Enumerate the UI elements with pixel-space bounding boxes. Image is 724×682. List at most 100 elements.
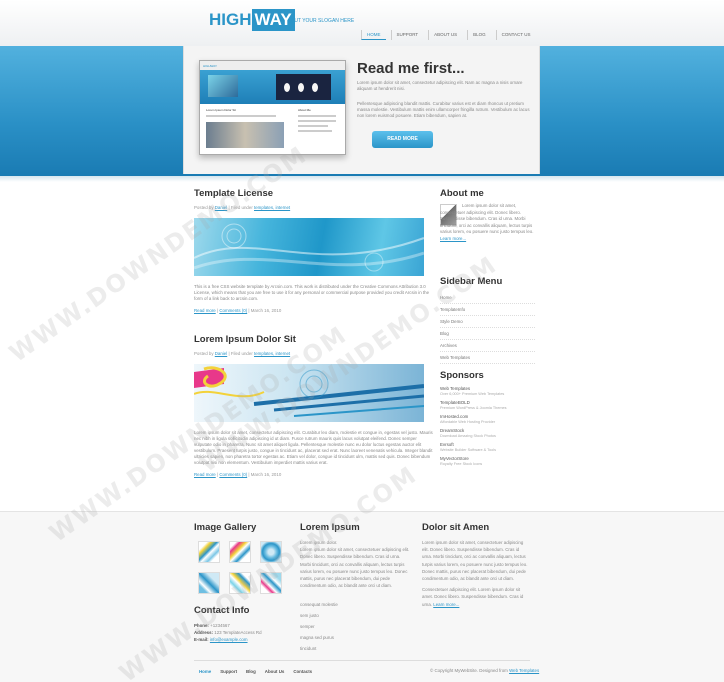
read-more-button[interactable]: READ MORE (372, 131, 433, 148)
contact-info: Phone: +1234567 Address: 123 TemplateAcc… (194, 622, 262, 643)
abstract-graphic (194, 366, 424, 417)
sponsor-name[interactable]: ImHosted.com (440, 414, 535, 419)
preview-body: Lorem Ipsum Dolor Sit About Me (200, 104, 345, 154)
logo-text-high[interactable]: HIGH (209, 10, 252, 29)
gallery-thumbnail[interactable] (229, 572, 251, 594)
lorem-ipsum-lead: Lorem ipsum dolor. (300, 540, 338, 545)
nav-home[interactable]: HOME (361, 30, 386, 40)
post-tags-link[interactable]: templates, internet (254, 205, 290, 210)
gallery-thumbnail[interactable] (198, 541, 220, 563)
sponsor-item[interactable]: Evrsoft Website Builder Software & Tools (440, 442, 535, 452)
sponsor-name[interactable]: MyVectorStore (440, 456, 535, 461)
sponsor-name[interactable]: Evrsoft (440, 442, 535, 447)
sponsor-name[interactable]: Web Templates (440, 386, 535, 391)
dolor-sit-amen-title: Dolor sit Amen (422, 522, 490, 533)
about-body: Lorem ipsum dolor sit amet, consectetuer… (440, 203, 534, 234)
link-list-item[interactable]: consequat molestie (300, 602, 338, 607)
preview-post-image (206, 122, 284, 148)
footer-nav-home[interactable]: Home (199, 669, 211, 674)
footer-nav-support[interactable]: Support (220, 669, 237, 674)
post-tags-link[interactable]: templates, internet (254, 351, 290, 356)
preview-photo (208, 75, 238, 97)
link-list-item[interactable]: semper (300, 624, 315, 629)
post-footer: Read more | Comments (0) | March 16, 201… (194, 472, 434, 477)
sponsor-item[interactable]: TemplateBOLD Premium WordPress & Joomla T… (440, 400, 535, 410)
sidebar-item-web-templates[interactable]: Web Templates (440, 352, 535, 364)
link-list-item[interactable]: tincidunt (300, 646, 316, 651)
contact-email-link[interactable]: info@example.com (210, 637, 248, 642)
sponsor-item[interactable]: DreamStock Download Amazing Stock Photos (440, 428, 535, 438)
meta-label: | Filed under (228, 351, 253, 356)
blog-post: Template License Posted by Daniel | File… (194, 188, 434, 313)
gallery-thumbnail[interactable] (198, 572, 220, 594)
nav-contact-us[interactable]: CONTACT US (495, 30, 536, 40)
comments-link[interactable]: Comments (0) (219, 472, 247, 477)
footer-nav-blog[interactable]: Blog (246, 669, 256, 674)
copyright-link[interactable]: Web Templates (509, 668, 539, 673)
sponsors-list: Web Templates Over 6,000+ Premium Web Tem… (440, 386, 535, 466)
sponsor-desc: Royalty Free Stock Icons (440, 462, 483, 466)
post-meta: Posted by Daniel | Filed under templates… (194, 205, 434, 210)
nav-support[interactable]: SUPPORT (390, 30, 424, 40)
sponsor-item[interactable]: ImHosted.com Affordable Web Hosting Provi… (440, 414, 535, 424)
hero-title: Read me first... (357, 60, 465, 77)
preview-header: HIGHWAY (200, 61, 345, 70)
preview-text-line (298, 130, 332, 132)
preview-post-title: Lorem Ipsum Dolor Sit (206, 108, 236, 112)
dolor-text-2-row: Consectetuer adipiscing elit. Lorem ipsu… (422, 586, 530, 608)
sidebar-item-blog[interactable]: Blog (440, 328, 535, 340)
contact-email-row: E-mail: info@example.com (194, 636, 262, 643)
dolor-sit-amen-text: Lorem ipsum dolor sit amet, consectetuer… (422, 539, 530, 608)
nav-blog[interactable]: BLOG (467, 30, 491, 40)
post-title[interactable]: Template License (194, 188, 434, 199)
sponsor-desc: Website Builder Software & Tools (440, 448, 496, 452)
sponsors-title: Sponsors (440, 370, 484, 381)
nav-about-us[interactable]: ABOUT US (428, 30, 462, 40)
read-more-link[interactable]: Read more (194, 308, 216, 313)
sidebar-item-archives[interactable]: Archives (440, 340, 535, 352)
site-logo[interactable]: HIGH WAY (209, 9, 295, 31)
contact-phone-row: Phone: +1234567 (194, 622, 262, 629)
sidebar-menu-widget: Sidebar Menu Home TemplateInfo Style Dem… (440, 276, 535, 364)
about-learn-more-link[interactable]: Learn more... (440, 236, 466, 241)
post-title[interactable]: Lorem Ipsum Dolor Sit (194, 334, 434, 345)
contact-address-row: Address: 123 TemplateAccess Rd (194, 629, 262, 636)
footer-nav-contacts[interactable]: Contacts (293, 669, 312, 674)
post-date: | March 16, 2010 (248, 308, 282, 313)
about-widget: About me Lorem ipsum dolor sit amet, con… (440, 188, 535, 258)
gallery-thumbnail[interactable] (260, 541, 282, 563)
post-image (194, 218, 424, 276)
gallery-title: Image Gallery (194, 522, 257, 533)
sponsor-desc: Premium WordPress & Joomla Themes (440, 406, 507, 410)
gallery-thumbnail[interactable] (260, 572, 282, 594)
copyright-text: © Copyright MyWebSite. Designed from (430, 668, 508, 673)
sidebar-item-style-demo[interactable]: Style Demo (440, 316, 535, 328)
preview-text-line (298, 115, 336, 117)
footer-nav-about-us[interactable]: About Us (265, 669, 285, 674)
post-image (194, 364, 424, 422)
sponsor-name[interactable]: DreamStock (440, 428, 535, 433)
sponsor-item[interactable]: MyVectorStore Royalty Free Stock Icons (440, 456, 535, 466)
post-author-link[interactable]: Daniel (215, 205, 227, 210)
hero-intro-text: Lorem ipsum dolor sit amet, consectetur … (357, 80, 523, 92)
dolor-learn-more-link[interactable]: Learn more... (433, 602, 459, 607)
sponsor-name[interactable]: TemplateBOLD (440, 400, 535, 405)
post-footer: Read more | Comments (0) | March 16, 201… (194, 308, 434, 313)
sidebar-menu-list: Home TemplateInfo Style Demo Blog Archiv… (440, 292, 535, 364)
sponsor-item[interactable]: Web Templates Over 6,000+ Premium Web Tem… (440, 386, 535, 396)
gallery-thumbnail[interactable] (229, 541, 251, 563)
post-author-link[interactable]: Daniel (215, 351, 227, 356)
site-slogan: PUT YOUR SLOGAN HERE (291, 18, 355, 24)
read-more-link[interactable]: Read more (194, 472, 216, 477)
contact-address: 123 TemplateAccess Rd (214, 630, 262, 635)
contact-info-title: Contact Info (194, 605, 250, 616)
bulb-icon (298, 83, 304, 92)
comments-link[interactable]: Comments (0) (219, 308, 247, 313)
logo-text-way[interactable]: WAY (251, 9, 295, 31)
blog-post: Lorem Ipsum Dolor Sit Posted by Daniel |… (194, 334, 434, 477)
sidebar-item-home[interactable]: Home (440, 292, 535, 304)
link-list-item[interactable]: sem justo (300, 613, 319, 618)
sidebar-item-templateinfo[interactable]: TemplateInfo (440, 304, 535, 316)
link-list-item[interactable]: magna sed purus (300, 635, 334, 640)
separator: | (216, 308, 219, 313)
